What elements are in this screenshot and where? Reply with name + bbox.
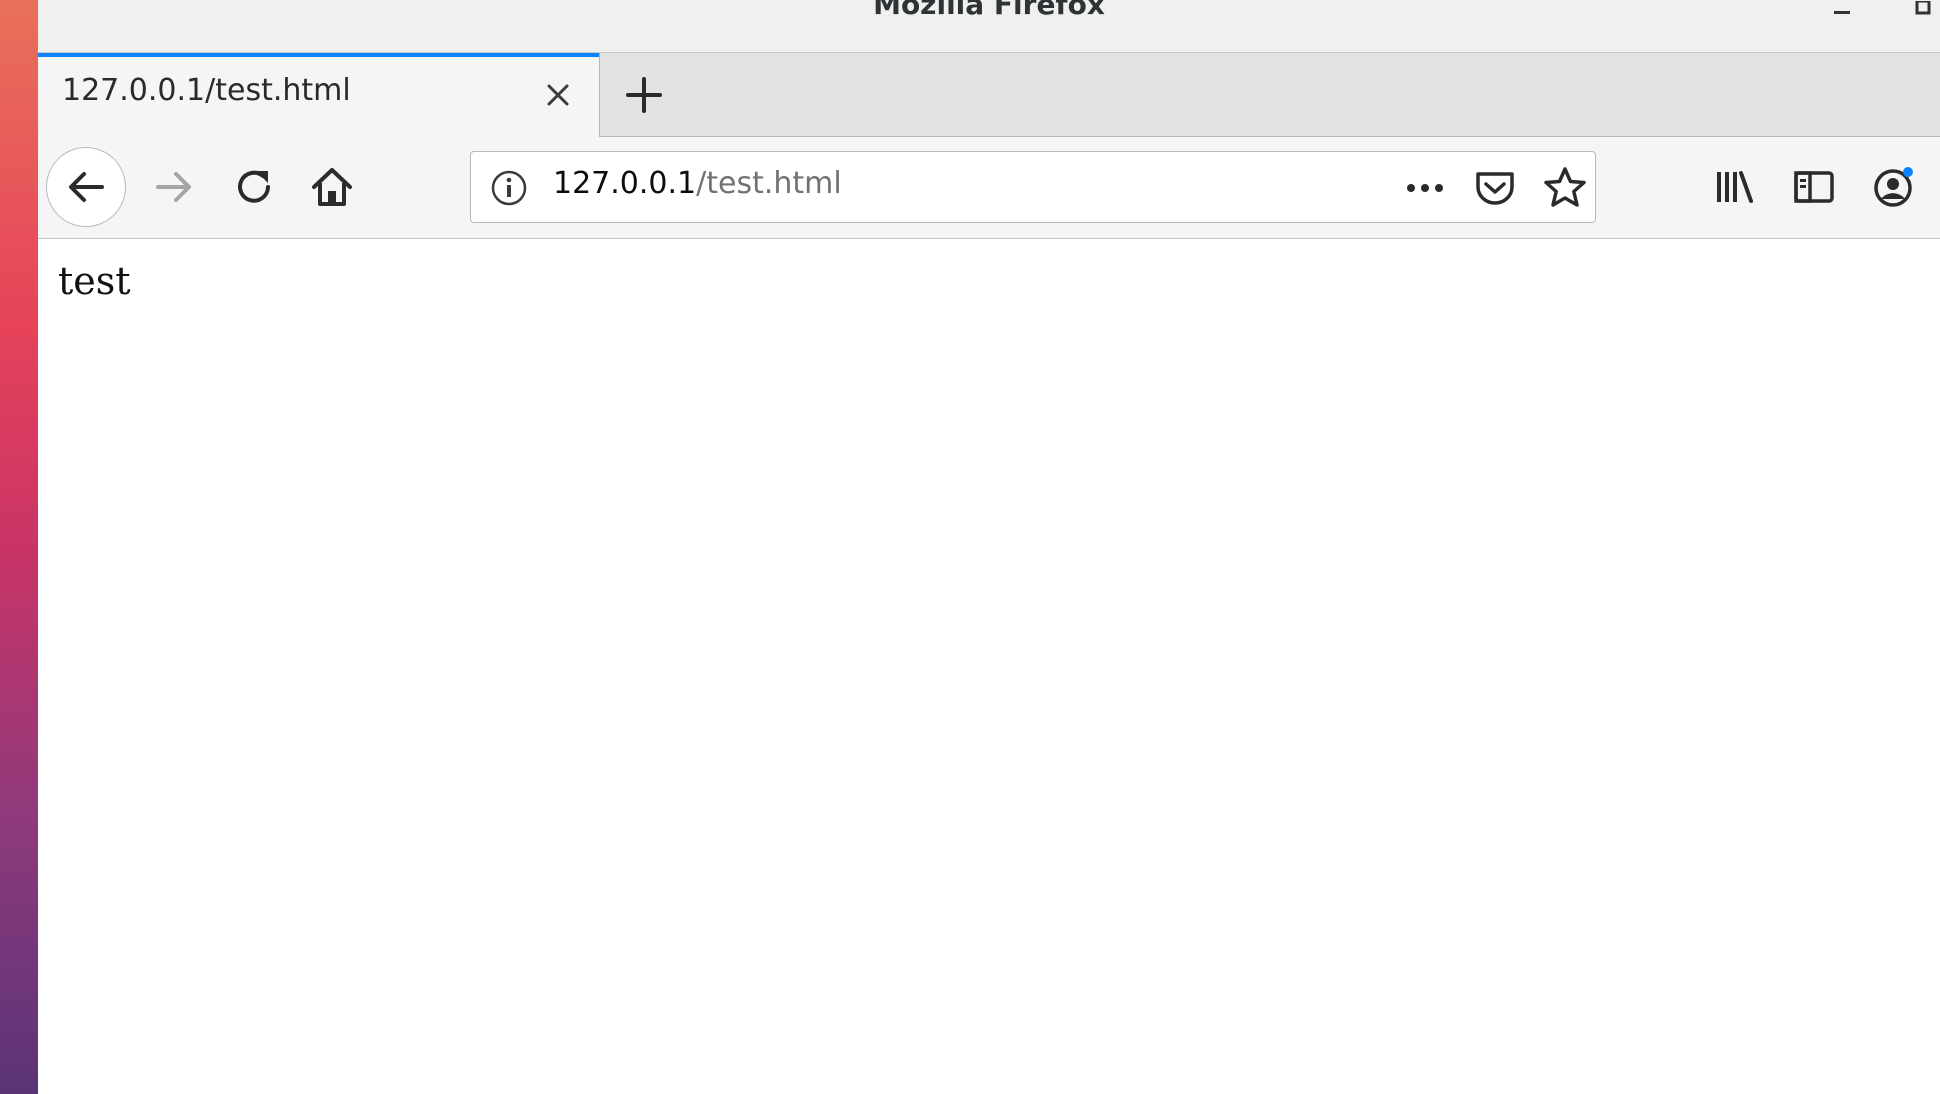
page-content: test	[38, 239, 1940, 1094]
browser-window: Mozilla Firefox 127.0.0.1/test.html 127.…	[38, 0, 1940, 1094]
maximize-icon	[1915, 1, 1931, 15]
bookmark-star-button[interactable]	[1541, 164, 1589, 212]
account-button[interactable]	[1866, 159, 1922, 215]
title-bar: Mozilla Firefox	[38, 0, 1940, 53]
minimize-button[interactable]	[1822, 0, 1862, 24]
url-host: 127.0.0.1	[553, 166, 697, 201]
forward-button[interactable]	[146, 159, 202, 215]
back-arrow-icon	[69, 172, 104, 202]
pocket-icon	[1476, 172, 1514, 205]
url-bar[interactable]: 127.0.0.1/test.html	[470, 151, 1596, 223]
tab-strip: 127.0.0.1/test.html	[38, 53, 1940, 137]
plus-icon	[626, 77, 662, 113]
page-actions-button[interactable]	[1401, 164, 1449, 212]
library-button[interactable]	[1706, 159, 1762, 215]
reload-icon	[238, 170, 270, 203]
url-text[interactable]: 127.0.0.1/test.html	[553, 166, 842, 201]
tab-label: 127.0.0.1/test.html	[62, 73, 351, 108]
home-icon	[312, 168, 352, 206]
tab-active-indicator	[38, 53, 599, 57]
reload-button[interactable]	[226, 159, 282, 215]
site-info-button[interactable]	[489, 168, 529, 208]
more-horizontal-icon	[1407, 184, 1443, 192]
library-icon	[1717, 171, 1753, 203]
maximize-button[interactable]	[1904, 0, 1940, 24]
forward-arrow-icon	[156, 172, 191, 202]
notification-dot	[1903, 167, 1913, 177]
url-path: /test.html	[696, 166, 842, 201]
star-icon	[1544, 167, 1586, 207]
sidebar-icon	[1794, 171, 1834, 203]
new-tab-button[interactable]	[616, 67, 672, 123]
page-body-text: test	[58, 259, 131, 303]
sidebar-button[interactable]	[1786, 159, 1842, 215]
info-icon	[491, 170, 527, 206]
window-title: Mozilla Firefox	[873, 0, 1105, 21]
close-icon	[547, 84, 569, 106]
navigation-toolbar: 127.0.0.1/test.html	[38, 137, 1940, 239]
desktop-background	[0, 0, 38, 1094]
back-button[interactable]	[46, 147, 126, 227]
minimize-icon	[1834, 11, 1850, 14]
tab-close-button[interactable]	[538, 75, 578, 115]
account-icon	[1874, 167, 1913, 207]
tab-active[interactable]: 127.0.0.1/test.html	[38, 53, 600, 137]
home-button[interactable]	[304, 159, 360, 215]
pocket-button[interactable]	[1471, 164, 1519, 212]
